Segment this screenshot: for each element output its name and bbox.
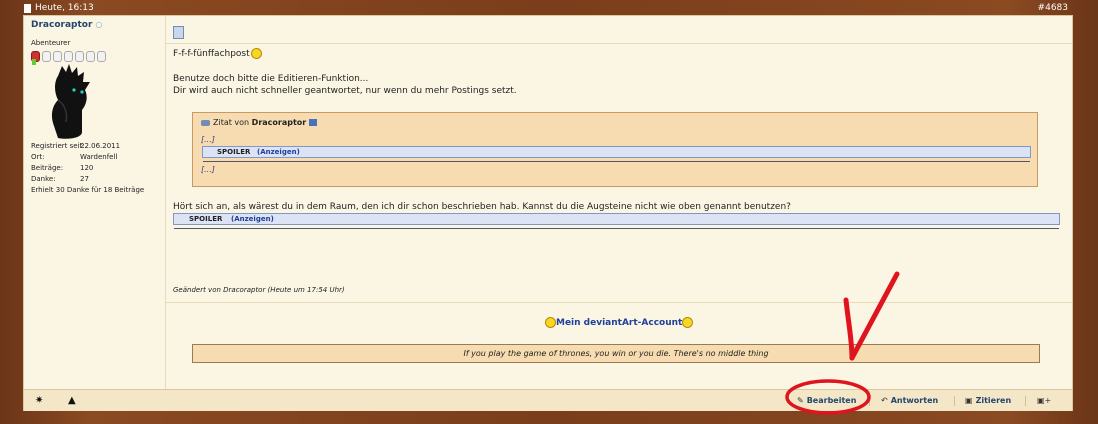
document-icon [24,4,31,13]
stat-label: Registriert seit: [31,142,85,150]
reply-button-label: Antworten [890,396,939,405]
pencil-icon: ✎ [797,396,804,405]
multiquote-plus-icon: ▣+ [1037,396,1052,405]
quote-block: Zitat von Dracoraptor [...] SPOILER (Anz… [192,112,1038,187]
separator [954,396,955,406]
user-stats: Registriert seit:22.06.2011 Ort: Wardenfe… [31,141,144,196]
username-text[interactable]: Dracoraptor [31,20,92,30]
stat-label: Ort: [31,153,45,161]
edit-button[interactable]: ✎ Bearbeiten [797,394,856,407]
stat-value: 120 [80,164,94,172]
post-line: F-f-f-fünffachpost [173,48,262,59]
post-date: Heute, 16:13 [35,3,94,13]
post-footer: ✷ ▲ ✎ Bearbeiten ↶ Antworten ▣ Zitieren ▣+ [24,389,1072,411]
post-number-link[interactable]: #4683 [1038,2,1068,15]
edited-note: Geändert von Dracoraptor (Heute um 17:54… [173,286,345,294]
quote-prefix: Zitat von [213,118,250,127]
quote-button[interactable]: ▣ Zitieren [965,394,1011,407]
signature-link-text[interactable]: Mein deviantArt-Account [556,318,682,328]
wooden-frame: Heute, 16:13 #4683 Dracoraptor ○ Abenteur… [0,0,1098,424]
quote-icon [201,119,210,126]
reputation-badges [31,47,108,62]
reply-button[interactable]: ↶ Antworten [881,394,938,407]
post-content: F-f-f-fünffachpost Benutze doch bitte di… [165,16,1072,389]
smiley-icon [250,48,262,59]
spoiler-divider [203,161,1030,162]
quote-author: Dracoraptor [251,118,307,127]
signature-divider [165,302,1072,303]
smiley-icon [545,317,556,328]
spoiler-divider [174,228,1059,229]
signature-quote: If you play the game of thrones, you win… [192,344,1040,363]
quote-header: Zitat von Dracoraptor [201,118,318,127]
post-titlebar: Heute, 16:13 #4683 [18,2,1072,15]
spoiler-show-link[interactable]: (Anzeigen) [257,147,300,157]
edit-button-label: Bearbeiten [806,396,857,405]
post-panel: Dracoraptor ○ Abenteurer Registriert seit… [23,15,1073,411]
spoiler-label: SPOILER [189,215,223,223]
badge-icon [97,51,106,62]
spoiler-show-link[interactable]: (Anzeigen) [231,214,274,224]
avatar[interactable] [38,60,98,140]
post-line: Hört sich an, als wärest du in dem Raum,… [173,202,791,212]
username-link[interactable]: Dracoraptor ○ [31,20,102,30]
stat-thanks: Danke: 27 [31,174,144,185]
separator [1025,396,1026,406]
reply-arrow-icon: ↶ [881,396,888,405]
reputation-bar [32,59,36,65]
post-line: Benutze doch bitte die Editieren-Funktio… [173,74,369,84]
separator [869,396,870,406]
smiley-icon [682,317,694,328]
quote-button-label: Zitieren [975,396,1012,405]
user-rank: Abenteurer [31,39,71,47]
stat-value: 27 [80,175,89,183]
spoiler-label: SPOILER [217,148,251,156]
quote-spoiler: SPOILER (Anzeigen) [202,146,1031,162]
stat-label: Beiträge: [31,164,64,172]
post-line: Dir wird auch nicht schneller geantworte… [173,86,517,96]
quote-ellipsis: [...] [201,135,215,144]
stat-location: Ort: Wardenfell [31,152,144,163]
thanks-received: Erhielt 30 Danke für 18 Beiträge [31,186,145,194]
post-icon [173,26,184,39]
quote-ellipsis: [...] [201,165,215,174]
stat-label: Danke: [31,175,56,183]
post-text: F-f-f-fünffachpost [173,49,250,59]
warning-icon[interactable]: ▲ [68,395,76,406]
star-icon[interactable]: ✷ [35,395,43,406]
divider [165,43,1072,44]
signature-link[interactable]: Mein deviantArt-Account [545,317,694,328]
view-post-icon[interactable] [309,119,318,126]
stat-value: Wardenfell [80,153,118,161]
quote-bubble-icon: ▣ [965,396,973,405]
stat-registered: Registriert seit:22.06.2011 [31,141,144,152]
stat-value: 22.06.2011 [80,142,121,150]
offline-status-icon: ○ [95,20,103,29]
post-spoiler: SPOILER (Anzeigen) [173,213,1060,229]
stat-posts: Beiträge: 120 [31,163,144,174]
user-sidebar: Dracoraptor ○ Abenteurer Registriert seit… [24,16,166,389]
multiquote-button[interactable]: ▣+ [1037,394,1054,407]
